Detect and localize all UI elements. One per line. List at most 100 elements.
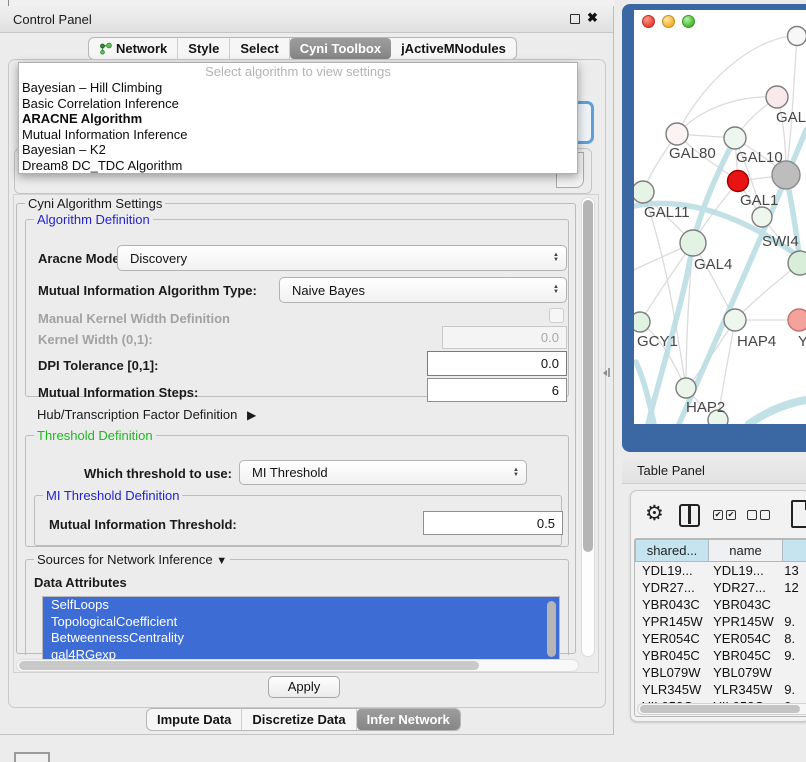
dropdown-placeholder: Select algorithm to view settings: [19, 63, 577, 80]
tab-network[interactable]: Network: [89, 38, 178, 59]
tab-cyni-toolbox[interactable]: Cyni Toolbox: [290, 38, 391, 59]
algorithm-option[interactable]: Bayesian – K2: [19, 142, 577, 158]
algorithm-option[interactable]: Bayesian – Hill Climbing: [19, 80, 577, 96]
node[interactable]: [788, 27, 806, 46]
dpi-tolerance-input[interactable]: 0.0: [427, 351, 567, 376]
vertical-scrollbar-thumb[interactable]: [583, 200, 593, 552]
tab-style[interactable]: Style: [178, 38, 230, 59]
tab-label: Style: [188, 41, 219, 56]
node[interactable]: [752, 207, 772, 227]
node-swi4[interactable]: [788, 251, 806, 275]
cell-value: 13: [777, 562, 806, 579]
table-row[interactable]: YDR27... YDR27... 12: [635, 579, 806, 596]
mi-algorithm-type-select[interactable]: Naive Bayes ▲▼: [279, 277, 567, 303]
cell-value: [777, 664, 806, 681]
sources-title[interactable]: Sources for Network Inference ▼: [34, 552, 230, 567]
table-row[interactable]: YDL19... YDL19... 13: [635, 562, 806, 579]
algorithm-option[interactable]: Basic Correlation Inference: [19, 96, 577, 112]
table-horizontal-scrollbar[interactable]: [637, 703, 806, 715]
mi-type-label: Mutual Information Algorithm Type:: [38, 283, 257, 298]
settings-horizontal-scrollbar[interactable]: [16, 659, 579, 672]
table-hscroll-thumb[interactable]: [640, 705, 800, 713]
zoom-button[interactable]: [682, 15, 695, 28]
hub-tf-label: Hub/Transcription Factor Definition: [37, 407, 237, 422]
node-gal10[interactable]: [724, 127, 746, 149]
table-row[interactable]: YBR043C YBR043C: [635, 596, 806, 613]
column-header-shared-name[interactable]: shared...: [635, 539, 709, 562]
node-hap2[interactable]: [676, 378, 696, 398]
table-row[interactable]: YBL079W YBL079W: [635, 664, 806, 681]
node-gal2[interactable]: [766, 86, 788, 108]
node-label: HAP2: [686, 399, 725, 416]
float-window-icon[interactable]: [570, 14, 580, 24]
node-label: Y: [798, 333, 806, 350]
attribute-item-selected[interactable]: BetweennessCentrality: [43, 630, 559, 647]
which-threshold-select[interactable]: MI Threshold ▲▼: [239, 460, 527, 485]
close-icon[interactable]: ✖: [587, 10, 598, 26]
minimize-button[interactable]: [662, 15, 675, 28]
collapsed-panel-chip[interactable]: [14, 752, 50, 762]
tab-select[interactable]: Select: [230, 38, 289, 59]
tab-infer-network[interactable]: Infer Network: [357, 709, 460, 730]
deselect-all-icon[interactable]: [747, 510, 770, 520]
settings-vertical-scrollbar[interactable]: [581, 197, 595, 657]
sources-group: Sources for Network Inference ▼ Data Att…: [25, 559, 569, 655]
control-panel-window: Control Panel ✖ Network Style Select: [0, 6, 614, 735]
horizontal-scrollbar-thumb[interactable]: [19, 661, 479, 670]
apply-button[interactable]: Apply: [268, 676, 340, 698]
table-panel-title: Table Panel: [637, 463, 705, 478]
mi-type-value: Naive Bayes: [292, 283, 365, 298]
panel-title: Control Panel: [13, 12, 92, 27]
edge-thick: [636, 362, 654, 424]
select-all-icon[interactable]: ✔ ✔: [713, 510, 736, 520]
column-header-clipped[interactable]: [783, 539, 806, 562]
cell-shared: YLR345W: [635, 681, 706, 698]
bottom-tabstrip: Impute Data Discretize Data Infer Networ…: [146, 708, 461, 731]
node-gal80[interactable]: [666, 123, 688, 145]
close-button[interactable]: [642, 15, 655, 28]
dpi-tolerance-value: 0.0: [541, 356, 559, 371]
attribute-item-selected[interactable]: SelfLoops: [43, 597, 559, 614]
settings-gear-icon[interactable]: ⚙: [645, 503, 664, 524]
settings-scrollpane: Cyni Algorithm Settings Algorithm Defini…: [13, 194, 599, 673]
mi-steps-input[interactable]: 6: [427, 378, 567, 402]
table-row[interactable]: YER054C YER054C 8.: [635, 630, 806, 647]
column-header-name[interactable]: name: [709, 539, 783, 562]
attribute-item-selected[interactable]: TopologicalCoefficient: [43, 614, 559, 631]
cell-name: YBR043C: [706, 596, 777, 613]
tab-impute-data[interactable]: Impute Data: [147, 709, 242, 730]
tab-discretize-data[interactable]: Discretize Data: [242, 709, 356, 730]
network-icon: [99, 42, 112, 55]
algorithm-definition-group: Algorithm Definition Aracne Mode: Discov…: [25, 219, 569, 397]
data-attributes-list[interactable]: SelfLoops TopologicalCoefficient Between…: [42, 596, 560, 664]
network-canvas[interactable]: GAL GAL80 GAL10 GAL1 GAL11 SWI4 GAL4 GCY…: [634, 10, 806, 424]
list-scrollbar-thumb[interactable]: [547, 601, 556, 657]
node-gal1-selected[interactable]: [728, 171, 749, 192]
algorithm-option[interactable]: Mutual Information Inference: [19, 127, 577, 143]
mi-threshold-input[interactable]: 0.5: [423, 511, 563, 535]
node-gal4[interactable]: [680, 230, 706, 256]
splitter-collapse-handle[interactable]: [603, 368, 613, 378]
tab-jactivemnodules[interactable]: jActiveMNodules: [391, 38, 516, 59]
node-salmon[interactable]: [788, 309, 806, 331]
new-document-icon[interactable]: [791, 500, 806, 528]
checkbox-empty-icon: [747, 510, 757, 520]
table-row[interactable]: YPR145W YPR145W 9.: [635, 613, 806, 630]
cyni-algorithm-settings-group: Cyni Algorithm Settings Algorithm Defini…: [16, 203, 576, 654]
group-title: Cyni Algorithm Settings: [25, 196, 165, 211]
hub-tf-definition-toggle[interactable]: Hub/Transcription Factor Definition ▶: [37, 407, 256, 422]
split-columns-icon[interactable]: [679, 504, 700, 527]
node-hap4[interactable]: [724, 309, 746, 331]
table-row[interactable]: YLR345W YLR345W 9.: [635, 681, 806, 698]
cell-value: 9.: [777, 647, 806, 664]
mi-steps-value: 6: [552, 383, 559, 398]
algorithm-option[interactable]: Dream8 DC_TDC Algorithm: [19, 158, 577, 174]
node-gal11[interactable]: [634, 181, 654, 203]
collapse-bar-icon: [608, 368, 610, 377]
table-row[interactable]: YBR045C YBR045C 9.: [635, 647, 806, 664]
node-gcy1[interactable]: [634, 312, 650, 332]
algorithm-option-highlighted[interactable]: ARACNE Algorithm: [19, 111, 577, 127]
table-body[interactable]: YDL19... YDL19... 13 YDR27... YDR27... 1…: [635, 562, 806, 703]
manual-kernel-checkbox[interactable]: [549, 308, 564, 323]
aracne-mode-select[interactable]: Discovery ▲▼: [117, 245, 567, 271]
